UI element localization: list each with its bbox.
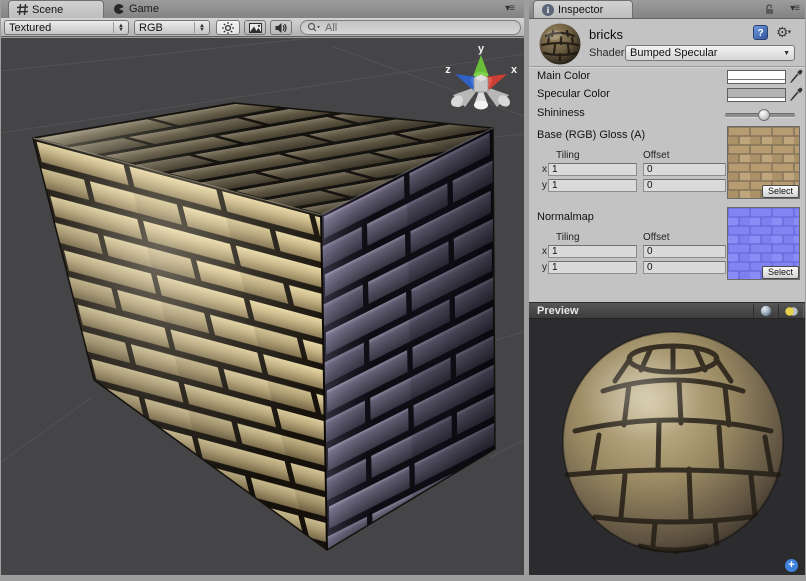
offset-header: Offset [643,232,670,243]
add-button[interactable]: + [785,559,798,572]
preview-header: Preview [529,302,805,319]
inspector-tabbar: i Inspector ▾≡ [529,0,805,19]
main-color-swatch[interactable] [727,70,786,84]
tab-game-label: Game [129,3,159,15]
shininess-label: Shininess [537,107,585,119]
shininess-handle[interactable] [758,109,770,121]
eyedropper-icon[interactable] [789,87,803,102]
alpha-strip [728,97,785,101]
base-offset-x-field[interactable] [643,163,726,176]
specular-color-label: Specular Color [537,88,610,100]
game-icon [113,3,125,15]
gizmo-y-label: y [478,43,485,55]
tiling-header: Tiling [556,150,580,161]
updown-arrows-icon: ▲▼ [194,22,205,33]
render-mode-label: RGB [139,22,190,34]
base-tiling-y-field[interactable] [548,179,637,192]
material-name: bricks [589,27,623,42]
shader-dropdown[interactable]: Bumped Specular ▼ [625,45,795,61]
normal-select-button[interactable]: Select [762,266,799,279]
scene-search-box [300,20,521,35]
preview-title: Preview [537,305,579,317]
draw-mode-dropdown[interactable]: Textured ▲▼ [4,20,129,35]
sun-icon [222,22,234,34]
sphere-icon [760,305,772,317]
base-texture-thumbnail[interactable]: Select [727,126,800,199]
preview-area[interactable]: + [529,319,805,575]
search-icon [307,22,320,33]
tiling-header: Tiling [556,232,580,243]
draw-mode-label: Textured [9,22,109,34]
tab-scene[interactable]: Scene [8,0,104,18]
axis-label-x: x [542,164,547,175]
axis-label-x: x [542,246,547,257]
header-divider [529,66,805,67]
scene-toolbar: Textured ▲▼ RGB ▲▼ [1,18,524,37]
updown-arrows-icon: ▲▼ [113,22,124,33]
scene-panel-menu-icon[interactable]: ▾≡ [505,3,514,15]
inspector-panel-menu-icon[interactable]: ▾≡ [790,3,799,15]
unity-editor-window: Scene Game ▾≡ Textured ▲▼ RGB ▲▼ [0,0,806,581]
scene-audio-toggle[interactable] [270,20,292,35]
normal-offset-y-field[interactable] [643,261,726,274]
gear-icon[interactable]: ⚙▾ [776,24,791,41]
normal-tiling-y-field[interactable] [548,261,637,274]
offset-header: Offset [643,150,670,161]
image-icon [249,23,262,33]
normal-map-label: Normalmap [537,211,594,223]
tab-scene-label: Scene [32,4,63,16]
help-icon[interactable]: ? [753,25,768,40]
base-map-label: Base (RGB) Gloss (A) [537,129,645,141]
base-select-button[interactable]: Select [762,185,799,198]
dropdown-arrow-icon: ▼ [783,50,790,57]
gizmo-x-label: x [511,64,518,76]
scene-lighting-toggle[interactable] [216,20,240,35]
two-lights-icon [784,306,799,317]
search-input[interactable] [323,21,507,35]
eyedropper-icon[interactable] [789,69,803,84]
shininess-slider-track[interactable] [725,113,795,118]
base-tiling-x-field[interactable] [548,163,637,176]
speaker-icon [275,22,288,34]
scene-panel: Scene Game ▾≡ Textured ▲▼ RGB ▲▼ [1,0,524,575]
tab-inspector[interactable]: i Inspector [533,0,633,18]
gizmo-z-label: z [445,64,451,76]
preview-lighting-button[interactable] [778,304,804,318]
info-icon: i [542,4,554,16]
inspector-panel: i Inspector ▾≡ [529,0,805,575]
scene-grid-icon [17,4,28,15]
material-thumbnail-sphere[interactable] [538,22,582,66]
specular-color-swatch[interactable] [727,88,786,102]
normal-tiling-x-field[interactable] [548,245,637,258]
tab-game[interactable]: Game [105,0,195,18]
scene-tabbar: Scene Game ▾≡ [1,0,524,19]
scene-skybox-toggle[interactable] [244,20,266,35]
axis-label-y: y [542,180,547,191]
normal-texture-thumbnail[interactable]: Select [727,207,800,280]
lock-icon[interactable] [764,4,775,15]
preview-sphere [529,319,805,575]
scene-viewport[interactable]: y x z [1,38,524,575]
base-offset-y-field[interactable] [643,179,726,192]
main-color-label: Main Color [537,70,590,82]
alpha-strip [728,79,785,83]
preview-sphere-button[interactable] [753,304,779,318]
axis-label-y: y [542,262,547,273]
normal-offset-x-field[interactable] [643,245,726,258]
render-mode-dropdown[interactable]: RGB ▲▼ [134,20,210,35]
tab-inspector-label: Inspector [558,4,603,16]
shader-label: Shader [589,47,624,59]
shader-value: Bumped Specular [630,47,783,59]
